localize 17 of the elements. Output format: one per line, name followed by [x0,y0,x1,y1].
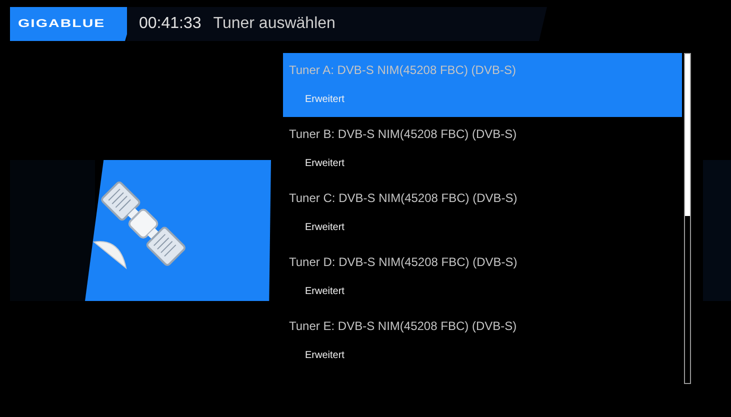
clock-time: 00:41:33 [139,14,202,34]
tuner-list-item[interactable]: Tuner E: DVB-S NIM(45208 FBC) (DVB-S) Erweitert [283,309,682,373]
tuner-mode: Erweitert [305,285,344,299]
tuner-name: Tuner B: DVB-S NIM(45208 FBC) (DVB-S) [289,126,517,143]
tuner-name: Tuner A: DVB-S NIM(45208 FBC) (DVB-S) [289,62,516,79]
brand-logo: GIGABLUE [18,16,106,32]
tuner-mode: Erweitert [305,349,344,363]
screen-title: Tuner auswählen [213,14,336,34]
tuner-mode: Erweitert [305,157,344,171]
tuner-name: Tuner D: DVB-S NIM(45208 FBC) (DVB-S) [289,254,518,271]
tuner-list-item[interactable]: Tuner C: DVB-S NIM(45208 FBC) (DVB-S) Erweitert [283,181,682,245]
tuner-name: Tuner C: DVB-S NIM(45208 FBC) (DVB-S) [289,190,518,207]
tuner-mode: Erweitert [305,221,344,235]
tuner-mode: Erweitert [305,93,344,107]
tuner-list-item[interactable]: Tuner D: DVB-S NIM(45208 FBC) (DVB-S) Erweitert [283,245,682,309]
tuner-name: Tuner E: DVB-S NIM(45208 FBC) (DVB-S) [289,318,517,335]
tuner-list-item[interactable]: Tuner B: DVB-S NIM(45208 FBC) (DVB-S) Erweitert [283,117,682,181]
